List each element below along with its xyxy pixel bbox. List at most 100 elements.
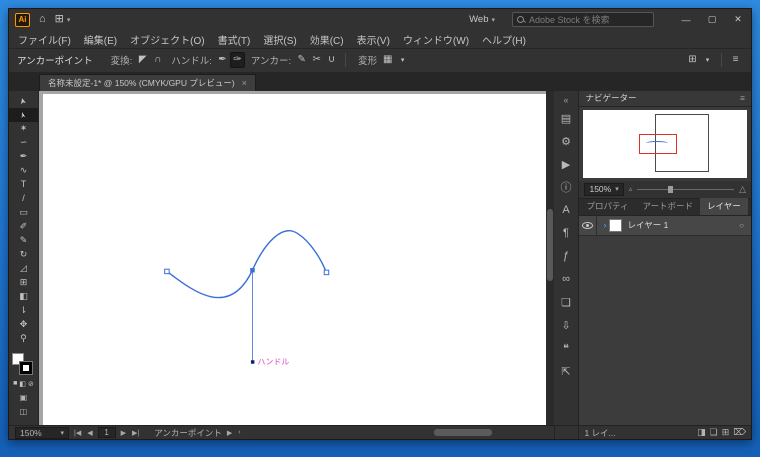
character-icon[interactable]: A: [554, 199, 579, 222]
document-tab[interactable]: 名称未設定-1* @ 150% (CMYK/GPU プレビュー) ×: [39, 74, 256, 91]
next-artboard-button[interactable]: ▶: [120, 429, 127, 437]
maximize-button[interactable]: ▢: [699, 9, 725, 31]
magic-wand-tool[interactable]: ✶: [9, 122, 38, 136]
type-tool[interactable]: T: [9, 178, 38, 192]
navigator-preview[interactable]: [579, 107, 751, 181]
direct-selection-tool[interactable]: ➢: [9, 108, 38, 122]
anchor-mid[interactable]: [250, 268, 254, 272]
color-button[interactable]: ■: [13, 380, 17, 388]
convert-smooth-icon[interactable]: ∩: [150, 52, 165, 68]
gradient-tool[interactable]: ◧: [9, 290, 38, 304]
hand-tool[interactable]: ✥: [9, 318, 38, 332]
gear-icon[interactable]: ⚙: [554, 130, 579, 153]
curvature-tool[interactable]: ∿: [9, 164, 38, 178]
tab-properties[interactable]: プロパティ: [579, 198, 635, 215]
bezier-path[interactable]: [167, 230, 327, 297]
paintbrush-tool[interactable]: ✐: [9, 220, 38, 234]
layer-row[interactable]: › レイヤー 1 ○: [579, 216, 751, 236]
panel-menu-icon[interactable]: ≡: [740, 93, 745, 103]
navigator-zoom-slider[interactable]: [637, 189, 734, 190]
canvas-area[interactable]: ハンドル: [39, 91, 554, 425]
comment-icon[interactable]: ❝: [554, 337, 579, 360]
first-artboard-button[interactable]: |◀: [73, 429, 82, 437]
show-handles-icon[interactable]: ✒: [215, 52, 230, 68]
vertical-scrollbar-thumb[interactable]: [547, 209, 553, 281]
cut-path-icon[interactable]: ✂: [309, 52, 324, 68]
handle-endpoint[interactable]: [251, 360, 254, 363]
zoom-out-icon[interactable]: ▵: [629, 185, 633, 193]
close-button[interactable]: ✕: [725, 9, 751, 31]
search-input[interactable]: [529, 15, 644, 25]
navigator-view-rectangle[interactable]: [639, 134, 677, 154]
zoom-slider-thumb[interactable]: [668, 186, 673, 193]
new-layer-icon[interactable]: ⊞: [722, 427, 730, 438]
artboard-number-field[interactable]: 1: [98, 427, 116, 438]
asset-export-icon[interactable]: ⇩: [554, 314, 579, 337]
gradient-button[interactable]: ◧: [19, 380, 26, 388]
make-mask-icon[interactable]: ◨: [697, 427, 706, 438]
status-back-icon[interactable]: ‹: [237, 429, 241, 436]
draw-mode-icon[interactable]: ▣: [20, 393, 28, 402]
hide-handles-icon[interactable]: ✑: [230, 52, 245, 68]
minimize-button[interactable]: —: [673, 9, 699, 31]
connect-path-icon[interactable]: ∪: [324, 52, 339, 68]
tab-artboards[interactable]: アートボード: [635, 198, 700, 215]
expand-layer-icon[interactable]: ›: [603, 220, 606, 230]
rotate-tool[interactable]: ↻: [9, 248, 38, 262]
menu-type[interactable]: 書式(T): [218, 32, 251, 47]
fill-stroke-swatches[interactable]: [11, 353, 35, 377]
navigator-zoom-dropdown[interactable]: 150% ▾: [584, 183, 623, 196]
pencil-tool[interactable]: ✎: [9, 234, 38, 248]
selection-tool[interactable]: ➤: [9, 94, 38, 108]
actions-icon[interactable]: ▶: [554, 153, 579, 176]
layer-target-icon[interactable]: ○: [739, 221, 744, 230]
status-menu-arrow-icon[interactable]: ▶: [226, 429, 233, 437]
pen-tool[interactable]: ✒: [9, 150, 38, 164]
menu-help[interactable]: ヘルプ(H): [482, 32, 526, 47]
arrange-chevron-icon[interactable]: ▾: [700, 52, 715, 68]
artboards-icon[interactable]: ❏: [554, 291, 579, 314]
transform-options-chevron-icon[interactable]: ▾: [395, 52, 410, 68]
artboard[interactable]: ハンドル: [43, 94, 546, 425]
arrange-documents-icon[interactable]: ⊞: [685, 52, 700, 68]
remove-anchor-icon[interactable]: ✎: [294, 52, 309, 68]
paragraph-icon[interactable]: ¶: [554, 222, 579, 245]
previous-artboard-button[interactable]: ◀: [86, 429, 93, 437]
line-segment-tool[interactable]: /: [9, 192, 38, 206]
visibility-toggle[interactable]: [579, 216, 597, 235]
horizontal-scrollbar-thumb[interactable]: [434, 429, 492, 436]
menu-select[interactable]: 選択(S): [263, 32, 296, 47]
menu-edit[interactable]: 編集(E): [84, 32, 117, 47]
link-icon[interactable]: ∞: [554, 268, 579, 291]
workspace-grid-button[interactable]: ⊞ ▾: [55, 14, 71, 25]
zoom-in-icon[interactable]: △: [739, 184, 746, 195]
convert-corner-icon[interactable]: ◤: [135, 52, 150, 68]
home-icon[interactable]: ⌂: [39, 14, 46, 25]
status-zoom-dropdown[interactable]: 150% ▾: [15, 427, 69, 439]
eyedropper-tool[interactable]: ⇂: [9, 304, 38, 318]
new-sublayer-icon[interactable]: ❏: [710, 427, 718, 438]
menu-view[interactable]: 表示(V): [357, 32, 390, 47]
screen-mode-icon[interactable]: ◫: [20, 407, 28, 416]
tab-close-icon[interactable]: ×: [242, 78, 247, 88]
expand-panels-icon[interactable]: «: [554, 93, 579, 107]
layer-name[interactable]: レイヤー 1: [627, 219, 668, 231]
anchor-start[interactable]: [165, 269, 169, 273]
stroke-swatch[interactable]: [20, 362, 32, 374]
rectangle-tool[interactable]: ▭: [9, 206, 38, 220]
menu-effect[interactable]: 効果(C): [310, 32, 344, 47]
transform-icon[interactable]: ▦: [380, 52, 395, 68]
menu-file[interactable]: ファイル(F): [18, 32, 71, 47]
panel-menu-icon[interactable]: ≡: [728, 52, 743, 68]
zoom-tool[interactable]: ⚲: [9, 332, 38, 346]
info-icon[interactable]: ⓘ: [554, 176, 579, 199]
opentype-icon[interactable]: ƒ: [554, 245, 579, 268]
libraries-icon[interactable]: ▤: [554, 107, 579, 130]
menu-object[interactable]: オブジェクト(O): [130, 32, 204, 47]
shape-builder-tool[interactable]: ⊞: [9, 276, 38, 290]
delete-layer-icon[interactable]: ⌦: [733, 427, 746, 438]
lasso-tool[interactable]: ∽: [9, 136, 38, 150]
horizontal-scrollbar[interactable]: [256, 429, 544, 437]
last-artboard-button[interactable]: ▶|: [131, 429, 140, 437]
anchor-end[interactable]: [324, 270, 328, 274]
